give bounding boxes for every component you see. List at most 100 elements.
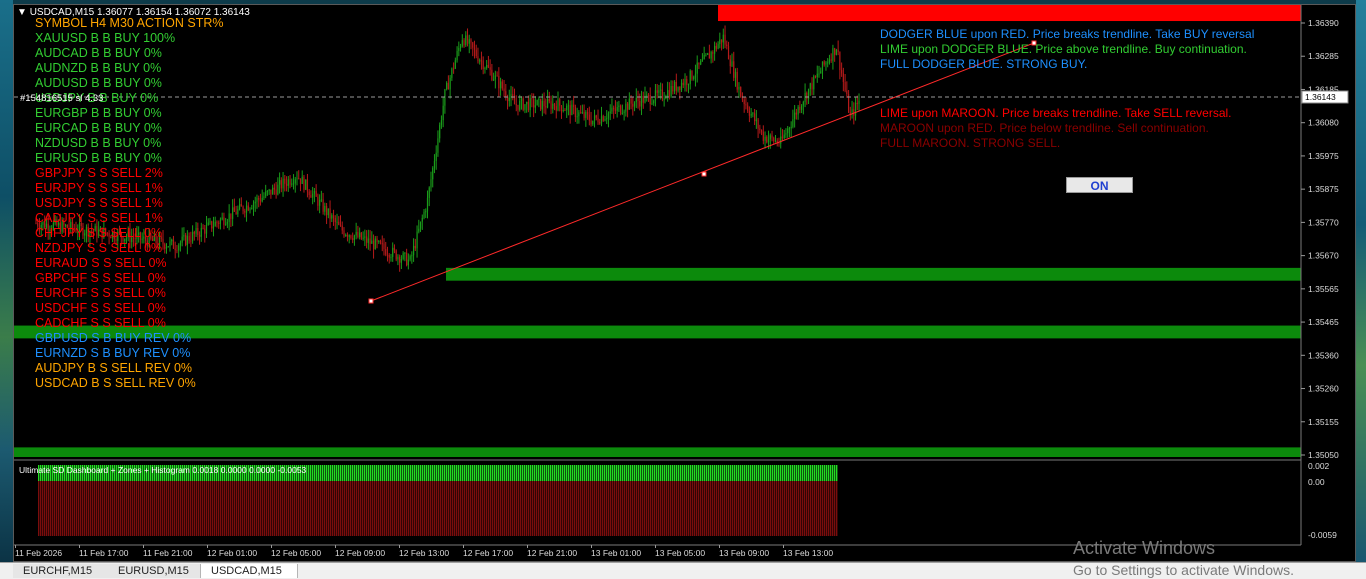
- histogram-bar-negative: [310, 481, 312, 536]
- histogram-bar-positive: [676, 465, 678, 481]
- histogram-bar-negative: [762, 481, 764, 536]
- candle-body: [741, 97, 744, 100]
- histogram-bar-negative: [760, 481, 762, 536]
- histogram-bar-negative: [622, 481, 624, 536]
- candle-body: [385, 248, 387, 255]
- candle-body: [501, 81, 503, 89]
- tab-eurusd[interactable]: EURUSD,M15: [108, 564, 201, 578]
- tab-usdcad[interactable]: USDCAD,M15: [200, 564, 298, 578]
- candle-body: [550, 101, 552, 109]
- histogram-bar-negative: [104, 481, 106, 536]
- histogram-bar-negative: [546, 481, 548, 536]
- candle-body: [588, 114, 590, 121]
- histogram-bar-negative: [564, 481, 566, 536]
- candle-body: [433, 160, 436, 168]
- histogram-bar-negative: [214, 481, 216, 536]
- price-chart[interactable]: 1.363901.362851.361851.360801.359751.358…: [14, 5, 1357, 563]
- histogram-bar-positive: [614, 465, 616, 481]
- histogram-bar-positive: [370, 465, 372, 481]
- histogram-bar-negative: [148, 481, 150, 536]
- histogram-bar-positive: [566, 465, 568, 481]
- histogram-bar-negative: [812, 481, 814, 536]
- candle-body: [412, 245, 415, 256]
- histogram-bar-negative: [764, 481, 766, 536]
- candle-body: [585, 111, 587, 118]
- candle-body: [759, 128, 761, 131]
- candle-body: [366, 236, 368, 243]
- histogram-bar-negative: [232, 481, 234, 536]
- candle-body: [750, 113, 752, 116]
- histogram-bar-negative: [276, 481, 278, 536]
- candle-body: [663, 98, 665, 100]
- candle-body: [480, 60, 483, 62]
- candle-body: [244, 211, 246, 213]
- candle-body: [700, 60, 702, 65]
- candle-body: [696, 62, 698, 74]
- candle-body: [440, 120, 443, 125]
- tab-eurchf[interactable]: EURCHF,M15: [13, 564, 109, 578]
- indicator-title: Ultimate SD Dashboard + Zones + Histogra…: [19, 465, 307, 475]
- candle-body: [559, 99, 561, 106]
- histogram-bar-negative: [122, 481, 124, 536]
- candle-body: [482, 60, 484, 70]
- histogram-bar-negative: [384, 481, 386, 536]
- candle-body: [298, 178, 300, 180]
- histogram-bar-negative: [754, 481, 756, 536]
- histogram-bar-positive: [602, 465, 604, 481]
- candle-body: [279, 180, 281, 185]
- histogram-bar-negative: [502, 481, 504, 536]
- histogram-bar-positive: [648, 465, 650, 481]
- histogram-bar-positive: [454, 465, 456, 481]
- histogram-bar-positive: [702, 465, 704, 481]
- histogram-bar-negative: [694, 481, 696, 536]
- candle-body: [487, 64, 489, 68]
- dashboard-row: GBPCHF S S SELL 0%: [35, 271, 166, 285]
- histogram-bar-positive: [816, 465, 818, 481]
- histogram-bar-negative: [628, 481, 630, 536]
- histogram-bar-positive: [752, 465, 754, 481]
- histogram-bar-negative: [334, 481, 336, 536]
- histogram-bar-positive: [608, 465, 610, 481]
- histogram-bar-positive: [562, 465, 564, 481]
- histogram-bar-negative: [652, 481, 654, 536]
- histogram-bar-positive: [426, 465, 428, 481]
- candle-body: [329, 208, 331, 219]
- candle-body: [249, 208, 251, 211]
- histogram-bar-positive: [820, 465, 822, 481]
- histogram-bar-negative: [536, 481, 538, 536]
- histogram-bar-positive: [794, 465, 796, 481]
- chart-window[interactable]: 1.36390 1.36285 1.36185 1.36080 1.35975 1.358…: [13, 4, 1356, 562]
- histogram-bar-positive: [764, 465, 766, 481]
- candle-body: [240, 204, 242, 207]
- candle-body: [571, 104, 573, 116]
- candle-body: [792, 119, 794, 127]
- on-button[interactable]: ON: [1066, 177, 1133, 193]
- histogram-bar-negative: [358, 481, 360, 536]
- candle-body: [489, 67, 491, 70]
- candle-body: [830, 59, 832, 61]
- histogram-bar-negative: [656, 481, 658, 536]
- histogram-bar-negative: [406, 481, 408, 536]
- histogram-bar-negative: [412, 481, 414, 536]
- histogram-bar-positive: [384, 465, 386, 481]
- candle-body: [813, 76, 815, 90]
- histogram-bar-positive: [308, 465, 310, 481]
- histogram-bar-positive: [798, 465, 800, 481]
- candle-body: [580, 112, 582, 114]
- histogram-bar-positive: [506, 465, 508, 481]
- histogram-bar-negative: [526, 481, 528, 536]
- histogram-bar-negative: [732, 481, 734, 536]
- histogram-bar-positive: [586, 465, 588, 481]
- candle-body: [212, 226, 215, 229]
- histogram-bar-positive: [772, 465, 774, 481]
- histogram-bar-positive: [392, 465, 394, 481]
- histogram-bar-negative: [534, 481, 536, 536]
- candle-body: [524, 104, 526, 110]
- histogram-bar-positive: [452, 465, 454, 481]
- candle-body: [832, 48, 834, 61]
- histogram-bar-negative: [744, 481, 746, 536]
- histogram-bar-positive: [668, 465, 670, 481]
- histogram-bar-negative: [404, 481, 406, 536]
- dashboard-row: XAUUSD B B BUY 100%: [35, 31, 176, 45]
- triangle-down-icon[interactable]: ▼: [17, 7, 27, 18]
